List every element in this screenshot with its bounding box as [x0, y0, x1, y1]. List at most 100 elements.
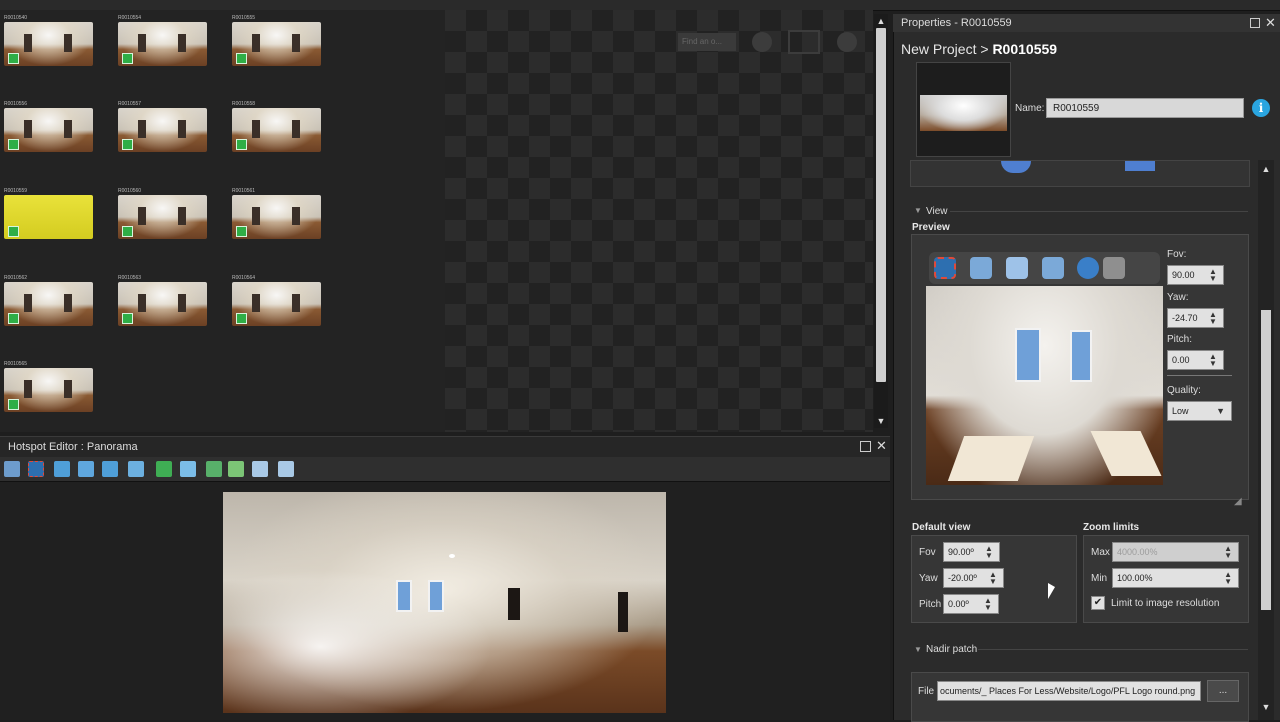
thumbnail-label: R0010564: [232, 275, 256, 281]
chevron-down-icon[interactable]: ▼: [1216, 402, 1225, 421]
panorama-thumbnail[interactable]: [232, 195, 321, 239]
panorama-thumbnail[interactable]: [118, 108, 207, 152]
spin-arrows-icon[interactable]: ▲ ▼: [983, 545, 995, 560]
find-input[interactable]: Find an o...: [678, 33, 736, 51]
add-image-icon[interactable]: [78, 461, 94, 477]
preview-image[interactable]: [926, 286, 1163, 485]
close-icon[interactable]: ✕: [1265, 15, 1276, 31]
properties-title: Properties - R0010559: [901, 17, 1012, 29]
collapse-view-icon[interactable]: ▼: [914, 206, 922, 215]
window-right: [1070, 330, 1092, 382]
zoom-in-icon[interactable]: [837, 32, 857, 52]
panorama-viewer-canvas[interactable]: [445, 10, 873, 432]
divider: [1167, 375, 1232, 376]
dv-yaw-value: -20.00º: [948, 573, 977, 583]
polygon-icon[interactable]: [156, 461, 172, 477]
properties-scrollbar[interactable]: ▲ ▼: [1258, 160, 1274, 720]
sunlight-patch: [947, 436, 1035, 481]
info-icon[interactable]: i: [1252, 99, 1270, 117]
thumbnail-label: R0010560: [118, 188, 142, 194]
collapse-nadir-icon[interactable]: ▼: [914, 645, 922, 654]
yaw-stepper[interactable]: -24.70 ▲ ▼: [1167, 308, 1224, 328]
panorama-thumbnail[interactable]: [232, 22, 321, 66]
scroll-up-icon[interactable]: ▲: [876, 16, 886, 26]
image-icon[interactable]: [252, 461, 268, 477]
add-media-icon[interactable]: [102, 461, 118, 477]
panorama-badge-icon: [236, 53, 247, 64]
move-icon[interactable]: [4, 461, 20, 477]
float-icon[interactable]: [860, 441, 871, 452]
fov-stepper[interactable]: 90.00 ▲ ▼: [1167, 265, 1224, 285]
scroll-down-icon[interactable]: ▼: [1261, 702, 1271, 712]
select-tool-icon[interactable]: [934, 257, 956, 279]
thumbnail-label: R0010554: [118, 15, 142, 21]
equirectangular-panorama[interactable]: [223, 492, 666, 713]
zoom-min-field[interactable]: 100.00% ▲ ▼: [1112, 568, 1239, 588]
panorama-thumbnail[interactable]: [118, 22, 207, 66]
hand-icon[interactable]: [1103, 257, 1125, 279]
dv-pitch-stepper[interactable]: 0.00º ▲ ▼: [943, 594, 999, 614]
name-field[interactable]: R0010559: [1046, 98, 1244, 118]
fit-icon[interactable]: [1006, 257, 1028, 279]
dv-yaw-stepper[interactable]: -20.00º ▲ ▼: [943, 568, 1004, 588]
door-shape: [64, 34, 72, 52]
door-shape: [252, 120, 260, 138]
mouse-cursor: [1048, 583, 1055, 599]
quality-select[interactable]: Low ▼: [1167, 401, 1232, 421]
panorama-badge-icon: [122, 313, 133, 324]
panorama-thumbnail[interactable]: [4, 108, 93, 152]
door-shape: [178, 207, 186, 225]
panorama-thumbnail[interactable]: [4, 22, 93, 66]
door-shape: [138, 207, 146, 225]
image-edit-icon[interactable]: [278, 461, 294, 477]
add-point-icon[interactable]: [54, 461, 70, 477]
panorama-thumbnail[interactable]: [118, 282, 207, 326]
float-icon[interactable]: [1250, 18, 1260, 28]
panorama-thumbnail[interactable]: [232, 282, 321, 326]
scroll-up-icon[interactable]: ▲: [1261, 164, 1271, 174]
browse-button[interactable]: ...: [1207, 680, 1239, 702]
pitch-stepper[interactable]: 0.00 ▲ ▼: [1167, 350, 1224, 370]
zoom-icon[interactable]: [970, 257, 992, 279]
panorama-badge-icon: [8, 399, 19, 410]
panorama-thumbnail[interactable]: [4, 368, 93, 412]
spin-arrows-icon[interactable]: ▲ ▼: [1224, 571, 1232, 586]
nadir-file-field[interactable]: ocuments/_ Places For Less/Website/Logo/…: [937, 681, 1201, 701]
spin-arrows-icon[interactable]: ▲ ▼: [1207, 353, 1219, 368]
compass-icon[interactable]: [1077, 257, 1099, 279]
fullscreen-icon[interactable]: [788, 30, 820, 54]
panorama-badge-icon: [236, 226, 247, 237]
add-vertex-icon[interactable]: [206, 461, 222, 477]
select-icon[interactable]: [28, 461, 44, 477]
spin-arrows-icon[interactable]: ▲ ▼: [1207, 268, 1219, 283]
add-node-icon[interactable]: [180, 461, 196, 477]
scroll-down-icon[interactable]: ▼: [876, 416, 886, 426]
spin-arrows-icon[interactable]: ▲ ▼: [987, 571, 999, 586]
panorama-badge-icon: [236, 139, 247, 150]
close-icon[interactable]: ✕: [876, 438, 887, 454]
door-shape: [138, 34, 146, 52]
zoom-out-icon[interactable]: [752, 32, 772, 52]
viewer-scrollbar[interactable]: ▲ ▼: [874, 14, 888, 428]
add-info-icon[interactable]: [128, 461, 144, 477]
cube-icon[interactable]: [1125, 161, 1155, 171]
scrollbar-thumb[interactable]: [876, 28, 886, 382]
yaw-value: -24.70: [1172, 313, 1198, 323]
panorama-thumbnail[interactable]: [118, 195, 207, 239]
limit-resolution-checkbox[interactable]: ✔: [1091, 596, 1105, 610]
rectangle-icon[interactable]: [228, 461, 244, 477]
zoom-in-icon[interactable]: [1042, 257, 1064, 279]
spin-arrows-icon[interactable]: ▲ ▼: [982, 597, 994, 612]
panorama-thumbnail[interactable]: [4, 282, 93, 326]
dv-fov-stepper[interactable]: 90.00º ▲ ▼: [943, 542, 1000, 562]
doorway-right: [618, 592, 628, 632]
spin-arrows-icon[interactable]: ▲ ▼: [1207, 311, 1219, 326]
sphere-icon[interactable]: [1001, 161, 1031, 173]
resize-grip-icon[interactable]: ◢: [1234, 496, 1246, 508]
spin-arrows-icon[interactable]: ▲ ▼: [1224, 545, 1232, 560]
scrollbar-thumb[interactable]: [1261, 310, 1271, 610]
door-shape: [24, 120, 32, 138]
panorama-thumbnail[interactable]: [232, 108, 321, 152]
zoom-max-field[interactable]: 4000.00% ▲ ▼: [1112, 542, 1239, 562]
panorama-thumbnail[interactable]: [4, 195, 93, 239]
